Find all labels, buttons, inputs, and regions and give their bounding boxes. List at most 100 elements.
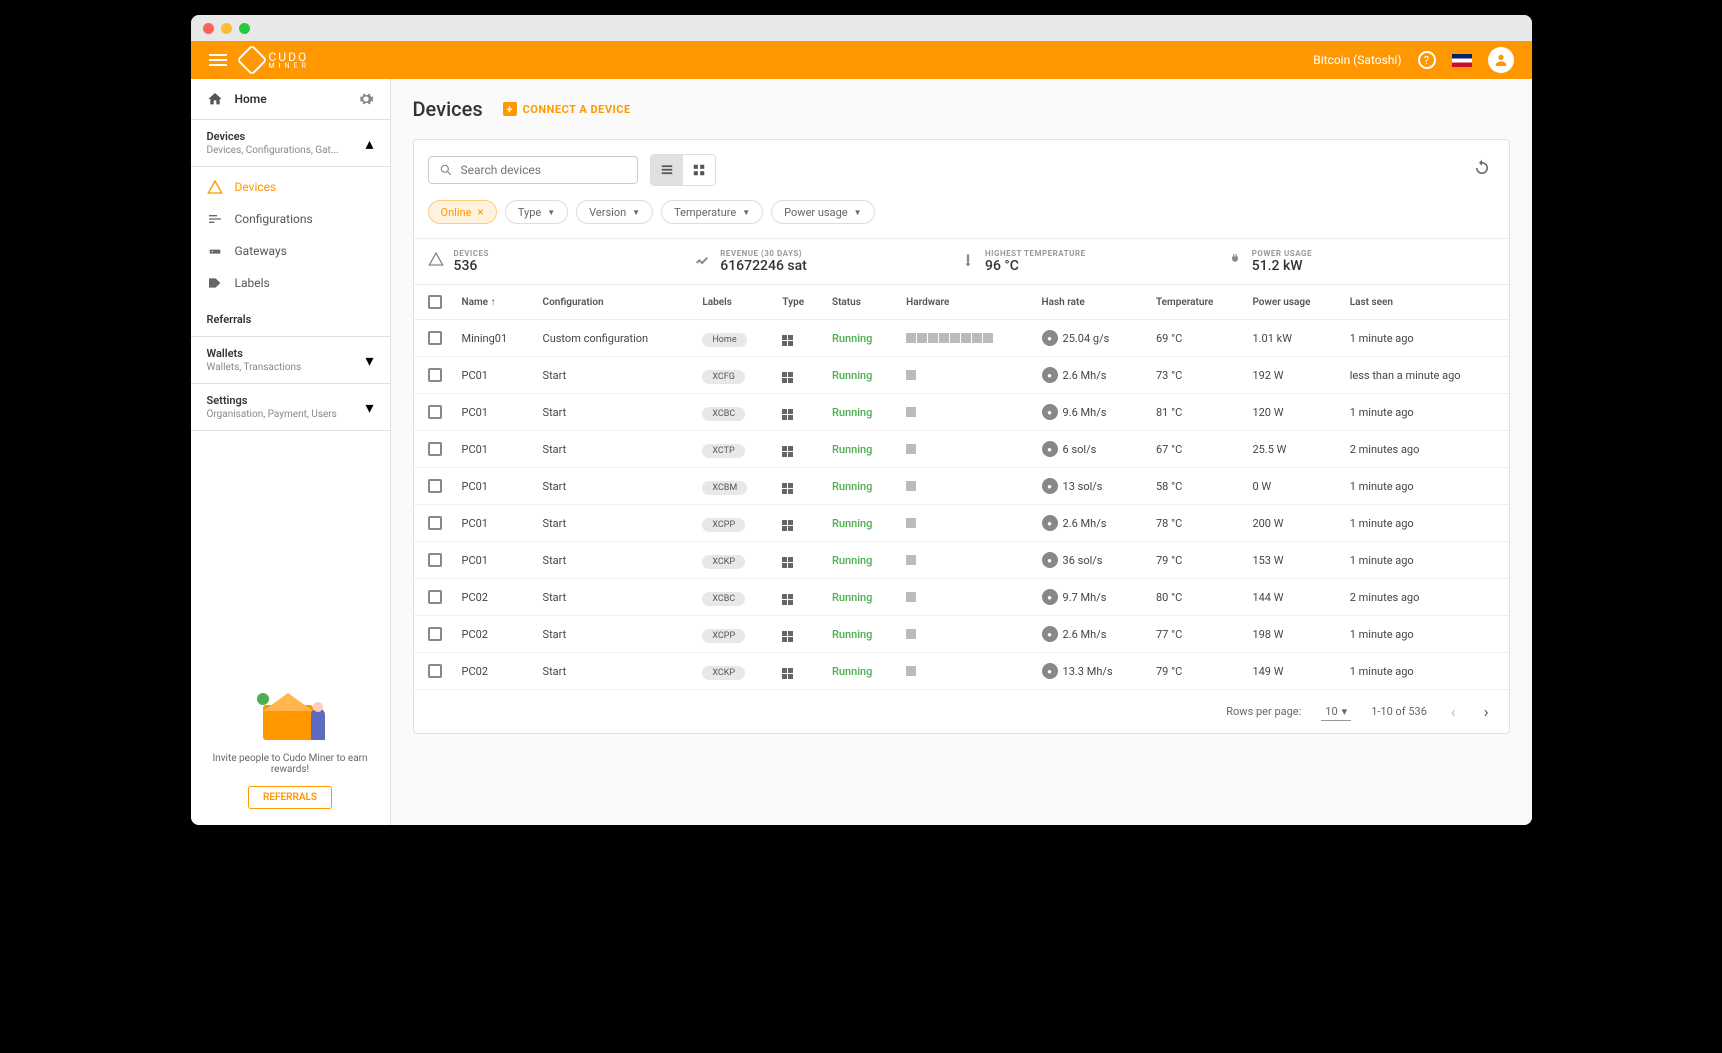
- row-checkbox[interactable]: [428, 405, 442, 419]
- wallets-section-toggle[interactable]: Wallets Wallets, Transactions ▾: [207, 347, 374, 373]
- cell-power: 153 W: [1244, 542, 1341, 579]
- table-row[interactable]: PC01StartXCBCRunning●9.6 Mh/s81 °C120 W1…: [414, 394, 1509, 431]
- search-input-wrapper[interactable]: [428, 156, 638, 184]
- menu-toggle[interactable]: [209, 51, 227, 69]
- row-checkbox[interactable]: [428, 664, 442, 678]
- cell-temp: 81 °C: [1148, 394, 1244, 431]
- cell-config: Start: [535, 468, 695, 505]
- section-title: Settings: [207, 394, 337, 407]
- sidebar: Home Devices Devices, Configurations, Ga…: [191, 79, 391, 825]
- windows-icon: [782, 335, 793, 346]
- window-close[interactable]: [203, 23, 214, 34]
- col-hash[interactable]: Hash rate: [1034, 285, 1148, 320]
- thermometer-icon: [961, 251, 975, 269]
- filter-chip-online[interactable]: Online×: [428, 200, 497, 224]
- table-row[interactable]: PC02StartXCPPRunning●2.6 Mh/s77 °C198 W1…: [414, 616, 1509, 653]
- row-checkbox[interactable]: [428, 553, 442, 567]
- refresh-button[interactable]: [1469, 155, 1495, 185]
- col-config[interactable]: Configuration: [535, 285, 695, 320]
- filter-chip-type[interactable]: Type▼: [505, 200, 568, 224]
- windows-icon: [782, 446, 793, 457]
- rows-per-page-select[interactable]: 10 ▾: [1321, 703, 1351, 721]
- sidebar-item-labels[interactable]: Labels: [191, 267, 390, 299]
- search-input[interactable]: [461, 163, 627, 177]
- window-maximize[interactable]: [239, 23, 250, 34]
- chart-icon: [694, 251, 710, 267]
- window-minimize[interactable]: [221, 23, 232, 34]
- row-checkbox[interactable]: [428, 368, 442, 382]
- home-link[interactable]: Home: [207, 91, 267, 107]
- row-checkbox[interactable]: [428, 627, 442, 641]
- table-row[interactable]: PC01StartXCTPRunning●6 sol/s67 °C25.5 W2…: [414, 431, 1509, 468]
- sidebar-item-configurations[interactable]: Configurations: [191, 203, 390, 235]
- sidebar-item-gateways[interactable]: Gateways: [191, 235, 390, 267]
- hardware-indicator: [906, 629, 1025, 639]
- currency-selector[interactable]: Bitcoin (Satoshi): [1313, 53, 1401, 67]
- label-chip[interactable]: XCPP: [702, 629, 745, 643]
- col-power[interactable]: Power usage: [1244, 285, 1341, 320]
- col-name[interactable]: Name ↑: [454, 285, 535, 320]
- settings-section-toggle[interactable]: Settings Organisation, Payment, Users ▾: [207, 394, 374, 420]
- table-row[interactable]: PC01StartXCBMRunning●13 sol/s58 °C0 W1 m…: [414, 468, 1509, 505]
- coin-icon: ●: [1042, 478, 1058, 494]
- label-chip[interactable]: XCKP: [702, 666, 745, 680]
- filter-chip-power-usage[interactable]: Power usage▼: [771, 200, 874, 224]
- cell-config: Start: [535, 579, 695, 616]
- table-row[interactable]: PC01StartXCKPRunning●36 sol/s79 °C153 W1…: [414, 542, 1509, 579]
- summary-power-label: POWER USAGE: [1252, 249, 1312, 258]
- table-row[interactable]: PC02StartXCBCRunning●9.7 Mh/s80 °C144 W2…: [414, 579, 1509, 616]
- brand-logo[interactable]: CUDO MINER: [241, 49, 310, 71]
- chevron-down-icon: ▼: [854, 208, 862, 217]
- sidebar-item-referrals[interactable]: Referrals: [207, 313, 374, 326]
- row-checkbox[interactable]: [428, 479, 442, 493]
- label-chip[interactable]: XCTP: [702, 444, 744, 458]
- col-status[interactable]: Status: [824, 285, 898, 320]
- label-chip[interactable]: XCBC: [702, 407, 745, 421]
- help-icon[interactable]: ?: [1418, 51, 1436, 69]
- row-checkbox[interactable]: [428, 331, 442, 345]
- view-list-button[interactable]: [651, 155, 683, 185]
- summary-power-value: 51.2 kW: [1252, 258, 1312, 274]
- table-row[interactable]: Mining01Custom configurationHomeRunning●…: [414, 320, 1509, 357]
- label-chip[interactable]: XCPP: [702, 518, 745, 532]
- sidebar-item-devices[interactable]: Devices: [191, 171, 390, 203]
- section-title: Devices: [207, 130, 339, 143]
- table-row[interactable]: PC01StartXCFGRunning●2.6 Mh/s73 °C192 Wl…: [414, 357, 1509, 394]
- cell-seen: less than a minute ago: [1342, 357, 1509, 394]
- col-labels[interactable]: Labels: [694, 285, 774, 320]
- summary-devices-label: DEVICES: [454, 249, 489, 258]
- label-chip[interactable]: XCBM: [702, 481, 747, 495]
- row-checkbox[interactable]: [428, 516, 442, 530]
- devices-section-toggle[interactable]: Devices Devices, Configurations, Gat... …: [207, 130, 374, 156]
- gear-icon[interactable]: [358, 91, 374, 107]
- hardware-indicator: [906, 666, 1025, 676]
- close-icon[interactable]: ×: [477, 205, 483, 219]
- referrals-button[interactable]: REFERRALS: [248, 786, 332, 809]
- sidebar-item-label: Configurations: [235, 212, 313, 226]
- cell-power: 0 W: [1244, 468, 1341, 505]
- col-type[interactable]: Type: [774, 285, 824, 320]
- cell-power: 1.01 kW: [1244, 320, 1341, 357]
- view-grid-button[interactable]: [683, 155, 715, 185]
- coin-icon: ●: [1042, 626, 1058, 642]
- col-temp[interactable]: Temperature: [1148, 285, 1244, 320]
- col-hardware[interactable]: Hardware: [898, 285, 1033, 320]
- connect-device-button[interactable]: + CONNECT A DEVICE: [503, 102, 631, 116]
- label-chip[interactable]: XCBC: [702, 592, 745, 606]
- section-subtitle: Organisation, Payment, Users: [207, 409, 337, 420]
- row-checkbox[interactable]: [428, 442, 442, 456]
- next-page-button[interactable]: ›: [1480, 702, 1493, 721]
- prev-page-button[interactable]: ‹: [1447, 702, 1460, 721]
- label-chip[interactable]: XCKP: [702, 555, 745, 569]
- table-row[interactable]: PC02StartXCKPRunning●13.3 Mh/s79 °C149 W…: [414, 653, 1509, 690]
- label-chip[interactable]: XCFG: [702, 370, 745, 384]
- user-avatar[interactable]: [1488, 47, 1514, 73]
- filter-chip-temperature[interactable]: Temperature▼: [661, 200, 763, 224]
- row-checkbox[interactable]: [428, 590, 442, 604]
- table-row[interactable]: PC01StartXCPPRunning●2.6 Mh/s78 °C200 W1…: [414, 505, 1509, 542]
- label-chip[interactable]: Home: [702, 333, 746, 347]
- select-all-checkbox[interactable]: [428, 295, 442, 309]
- language-flag[interactable]: [1452, 54, 1472, 67]
- col-seen[interactable]: Last seen: [1342, 285, 1509, 320]
- filter-chip-version[interactable]: Version▼: [576, 200, 653, 224]
